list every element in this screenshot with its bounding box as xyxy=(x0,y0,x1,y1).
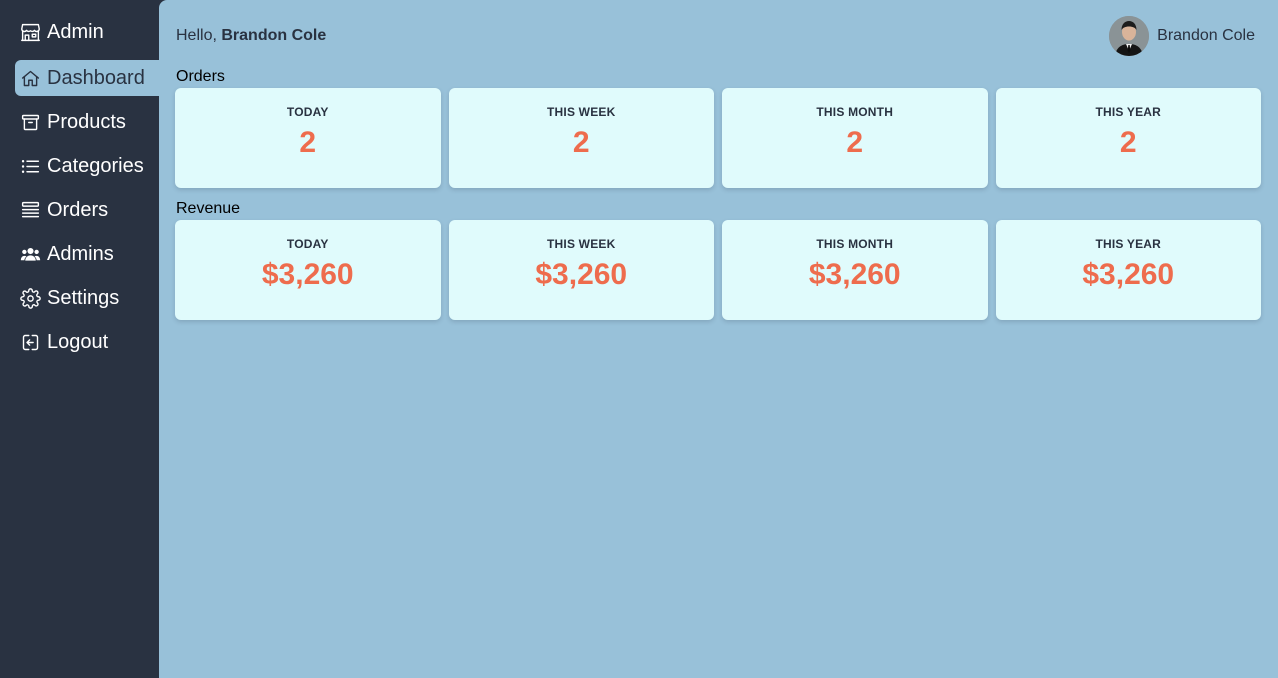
sidebar-item-logout[interactable]: Logout xyxy=(15,324,159,360)
brand-label: Admin xyxy=(47,20,104,43)
sidebar-item-settings[interactable]: Settings xyxy=(15,280,159,316)
sidebar-item-label: Logout xyxy=(47,330,109,353)
revenue-cards: Today $3,260 This week $3,260 This month… xyxy=(175,220,1261,320)
brand-logo[interactable]: Admin xyxy=(20,18,104,46)
card-label: This year xyxy=(1095,237,1162,251)
orders-card-this-month: This month 2 xyxy=(722,88,988,188)
orders-cards: Today 2 This week 2 This month 2 This ye… xyxy=(175,88,1261,188)
sidebar-item-dashboard[interactable]: Dashboard xyxy=(15,60,159,96)
card-label: This week xyxy=(547,105,616,119)
revenue-section-title: Revenue xyxy=(176,200,241,217)
sidebar-item-label: Categories xyxy=(47,154,144,177)
orders-card-this-year: This year 2 xyxy=(995,88,1261,188)
logout-icon xyxy=(22,334,39,350)
orders-card-this-week: This week 2 xyxy=(448,88,714,188)
home-icon xyxy=(21,70,40,86)
card-value: $3,260 xyxy=(261,258,354,291)
card-label: This month xyxy=(816,237,894,251)
card-label: This week xyxy=(547,237,616,251)
orders-section-title: Orders xyxy=(176,68,225,85)
sidebar-nav: Dashboard Products Categories Orders Adm… xyxy=(15,60,159,368)
sidebar: Admin Dashboard Products Categories Orde… xyxy=(0,0,159,678)
revenue-card-this-week: This week $3,260 xyxy=(448,220,714,320)
gear-icon xyxy=(20,287,41,309)
orders-card-today: Today 2 xyxy=(175,88,441,188)
archive-box-icon xyxy=(21,114,40,130)
revenue-card-today: Today $3,260 xyxy=(175,220,441,320)
card-label: Today xyxy=(286,237,329,251)
list-icon xyxy=(21,159,40,173)
greeting: Hello, Brandon Cole xyxy=(176,27,326,45)
profile-name: Brandon Cole xyxy=(1157,27,1255,44)
card-label: This month xyxy=(816,105,894,119)
sidebar-item-orders[interactable]: Orders xyxy=(15,192,159,228)
revenue-card-this-month: This month $3,260 xyxy=(722,220,988,320)
main-content: Hello, Brandon Cole Brandon Cole Orders … xyxy=(159,0,1278,678)
greeting-user-name: Brandon Cole xyxy=(221,27,327,44)
card-value: $3,260 xyxy=(808,258,901,291)
sidebar-item-label: Admins xyxy=(47,242,114,265)
greeting-prefix: Hello, xyxy=(176,27,217,44)
card-value: 2 xyxy=(1119,126,1137,159)
card-label: This year xyxy=(1095,105,1162,119)
card-label: Today xyxy=(286,105,329,119)
sidebar-item-label: Products xyxy=(47,110,126,133)
avatar xyxy=(1109,16,1150,56)
sidebar-item-label: Settings xyxy=(47,286,120,309)
sidebar-item-admins[interactable]: Admins xyxy=(15,236,159,272)
user-profile[interactable]: Brandon Cole xyxy=(1109,16,1255,56)
users-icon xyxy=(20,247,41,261)
card-value: $3,260 xyxy=(1082,258,1175,291)
revenue-card-this-year: This year $3,260 xyxy=(995,220,1261,320)
card-value: 2 xyxy=(299,126,317,159)
sidebar-item-label: Orders xyxy=(47,198,109,221)
card-value: 2 xyxy=(572,126,590,159)
stack-icon xyxy=(21,201,40,217)
sidebar-item-label: Dashboard xyxy=(47,66,145,89)
store-icon xyxy=(21,23,40,41)
card-value: $3,260 xyxy=(535,258,628,291)
card-value: 2 xyxy=(846,126,864,159)
sidebar-item-products[interactable]: Products xyxy=(15,104,159,140)
sidebar-item-categories[interactable]: Categories xyxy=(15,148,159,184)
avatar-image xyxy=(1109,16,1150,56)
